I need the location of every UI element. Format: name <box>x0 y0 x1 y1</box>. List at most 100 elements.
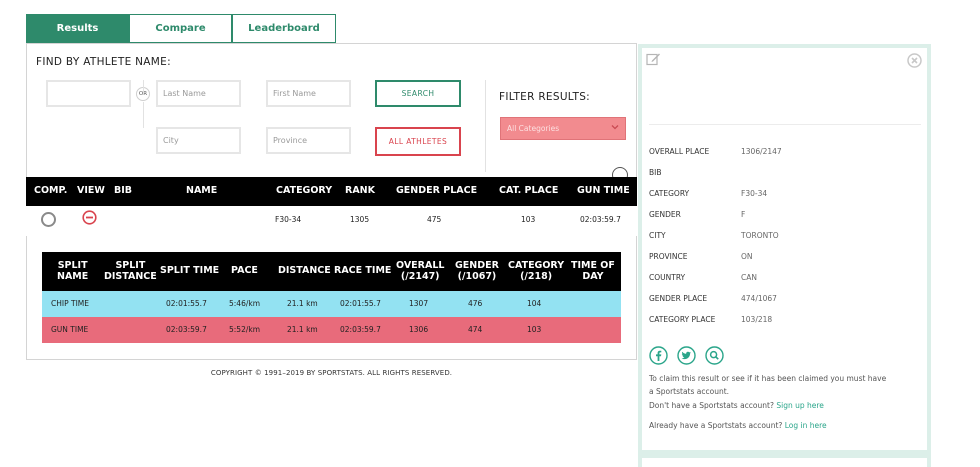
twitter-icon[interactable] <box>677 346 696 365</box>
table-row[interactable]: F30-34 1305 475 103 02:03:59.7 <box>26 206 637 236</box>
split-name: CHIP TIME <box>51 299 89 308</box>
col-split-distance: SPLIT DISTANCE <box>104 260 157 282</box>
split-gender: 476 <box>468 299 483 308</box>
col-split-time: SPLIT TIME <box>160 265 220 276</box>
split-distance: 21.1 km <box>287 299 318 308</box>
tab-results[interactable]: Results <box>26 14 129 43</box>
col-split-name-line2: NAME <box>57 270 89 282</box>
all-athletes-button[interactable]: ALL ATHLETES <box>375 127 461 156</box>
detail-label-city: CITY <box>649 231 666 240</box>
split-distance: 21.1 km <box>287 325 318 334</box>
city-input[interactable] <box>156 127 241 154</box>
close-icon[interactable] <box>907 53 922 68</box>
last-name-input[interactable] <box>156 80 241 107</box>
tab-leaderboard[interactable]: Leaderboard <box>232 14 336 43</box>
tab-compare[interactable]: Compare <box>129 14 232 43</box>
row-gender-place: 475 <box>427 215 442 224</box>
detail-label-overall-place: OVERALL PLACE <box>649 147 710 156</box>
col-name: NAME <box>186 185 218 196</box>
detail-label-gender-place: GENDER PLACE <box>649 294 708 303</box>
col-category: CATEGORY <box>276 185 333 196</box>
split-pace: 5:52/km <box>229 325 261 334</box>
col-overall: OVERALL (/2147) <box>396 260 445 282</box>
col-race-time: RACE TIME <box>334 265 392 276</box>
col-split-name-line1: SPLIT <box>57 260 88 271</box>
split-row-chip-time: CHIP TIME 02:01:55.7 5:46/km 21.1 km 02:… <box>42 291 621 317</box>
search-button[interactable]: SEARCH <box>375 80 461 107</box>
province-input[interactable] <box>266 127 351 154</box>
splits-table-header: SPLIT NAME SPLIT DISTANCE SPLIT TIME PACE … <box>42 252 621 291</box>
detail-value-province: ON <box>741 252 753 261</box>
login-line: Already have a Sportstats account? Log i… <box>649 421 827 430</box>
row-cat-place: 103 <box>521 215 536 224</box>
split-gender: 474 <box>468 325 483 334</box>
col-split-name: SPLIT NAME <box>57 260 89 282</box>
col-time-of-day-line1: TIME OF <box>571 260 615 271</box>
split-race-time: 02:01:55.7 <box>340 299 381 308</box>
col-view: VIEW <box>77 185 105 196</box>
signup-link[interactable]: Sign up here <box>776 401 824 410</box>
signup-line: Don't have a Sportstats account? Sign up… <box>649 401 824 410</box>
edit-icon[interactable] <box>646 52 661 66</box>
divider-line <box>143 80 144 94</box>
detail-label-category: CATEGORY <box>649 189 690 198</box>
split-overall: 1307 <box>409 299 429 308</box>
facebook-icon[interactable] <box>649 346 668 365</box>
col-bib: BIB <box>114 185 133 196</box>
detail-value-gender-place: 474/1067 <box>741 294 777 303</box>
col-gun-time: GUN TIME <box>577 185 630 196</box>
row-rank: 1305 <box>350 215 370 224</box>
detail-value-gender: F <box>741 210 746 219</box>
split-category: 104 <box>527 299 542 308</box>
col-rank: RANK <box>345 185 375 196</box>
split-row-gun-time: GUN TIME 02:03:59.7 5:52/km 21.1 km 02:0… <box>42 317 621 343</box>
col-gender-place: GENDER PLACE <box>396 185 478 196</box>
next-panel <box>638 454 931 467</box>
detail-value-overall-place: 1306/2147 <box>741 147 782 156</box>
detail-label-province: PROVINCE <box>649 252 688 261</box>
split-overall: 1306 <box>409 325 429 334</box>
chevron-down-icon <box>611 125 619 130</box>
col-overall-line2: (/2147) <box>400 270 440 282</box>
col-gender-line2: (/1067) <box>457 270 497 282</box>
results-table-header: COMP. VIEW BIB NAME CATEGORY RANK GENDER… <box>26 177 637 206</box>
split-pace: 5:46/km <box>229 299 261 308</box>
split-time: 02:01:55.7 <box>166 299 207 308</box>
detail-value-city: TORONTO <box>741 231 779 240</box>
detail-value-country: CAN <box>741 273 757 282</box>
vertical-divider <box>485 80 486 172</box>
search-icon[interactable] <box>705 346 724 365</box>
find-athlete-title: FIND BY ATHLETE NAME: <box>36 56 171 68</box>
claim-text-line1: To claim this result or see if it has be… <box>649 374 887 383</box>
col-overall-line1: OVERALL <box>396 260 445 271</box>
detail-label-country: COUNTRY <box>649 273 686 282</box>
first-name-input[interactable] <box>266 80 351 107</box>
split-name: GUN TIME <box>51 325 89 334</box>
login-link[interactable]: Log in here <box>785 421 827 430</box>
split-time: 02:03:59.7 <box>166 325 207 334</box>
detail-value-category-place: 103/218 <box>741 315 773 324</box>
col-category: CATEGORY (/218) <box>508 260 564 282</box>
col-time-of-day: TIME OF DAY <box>571 260 615 282</box>
filter-results-title: FILTER RESULTS: <box>499 91 591 103</box>
col-gender-line1: GENDER <box>455 260 499 271</box>
compare-radio[interactable] <box>41 212 56 227</box>
detail-label-bib: BIB <box>649 168 662 177</box>
detail-label-gender: GENDER <box>649 210 681 219</box>
col-distance: DISTANCE <box>278 265 331 276</box>
copyright-text: COPYRIGHT © 1991–2019 BY SPORTSTATS. ALL… <box>210 369 453 377</box>
bib-input[interactable] <box>46 80 131 107</box>
split-race-time: 02:03:59.7 <box>340 325 381 334</box>
signup-prefix: Don't have a Sportstats account? <box>649 401 774 410</box>
panel-divider <box>649 124 921 125</box>
col-pace: PACE <box>231 265 258 276</box>
divider-line <box>143 102 144 128</box>
split-category: 103 <box>527 325 542 334</box>
row-category: F30-34 <box>275 215 302 224</box>
category-select[interactable]: All Categories <box>500 117 626 140</box>
claim-text-line2: a Sportstats account. <box>649 387 730 396</box>
category-select-value: All Categories <box>507 124 560 133</box>
collapse-view-icon[interactable] <box>82 210 97 225</box>
detail-label-category-place: CATEGORY PLACE <box>649 315 716 324</box>
col-cat-place: CAT. PLACE <box>499 185 559 196</box>
